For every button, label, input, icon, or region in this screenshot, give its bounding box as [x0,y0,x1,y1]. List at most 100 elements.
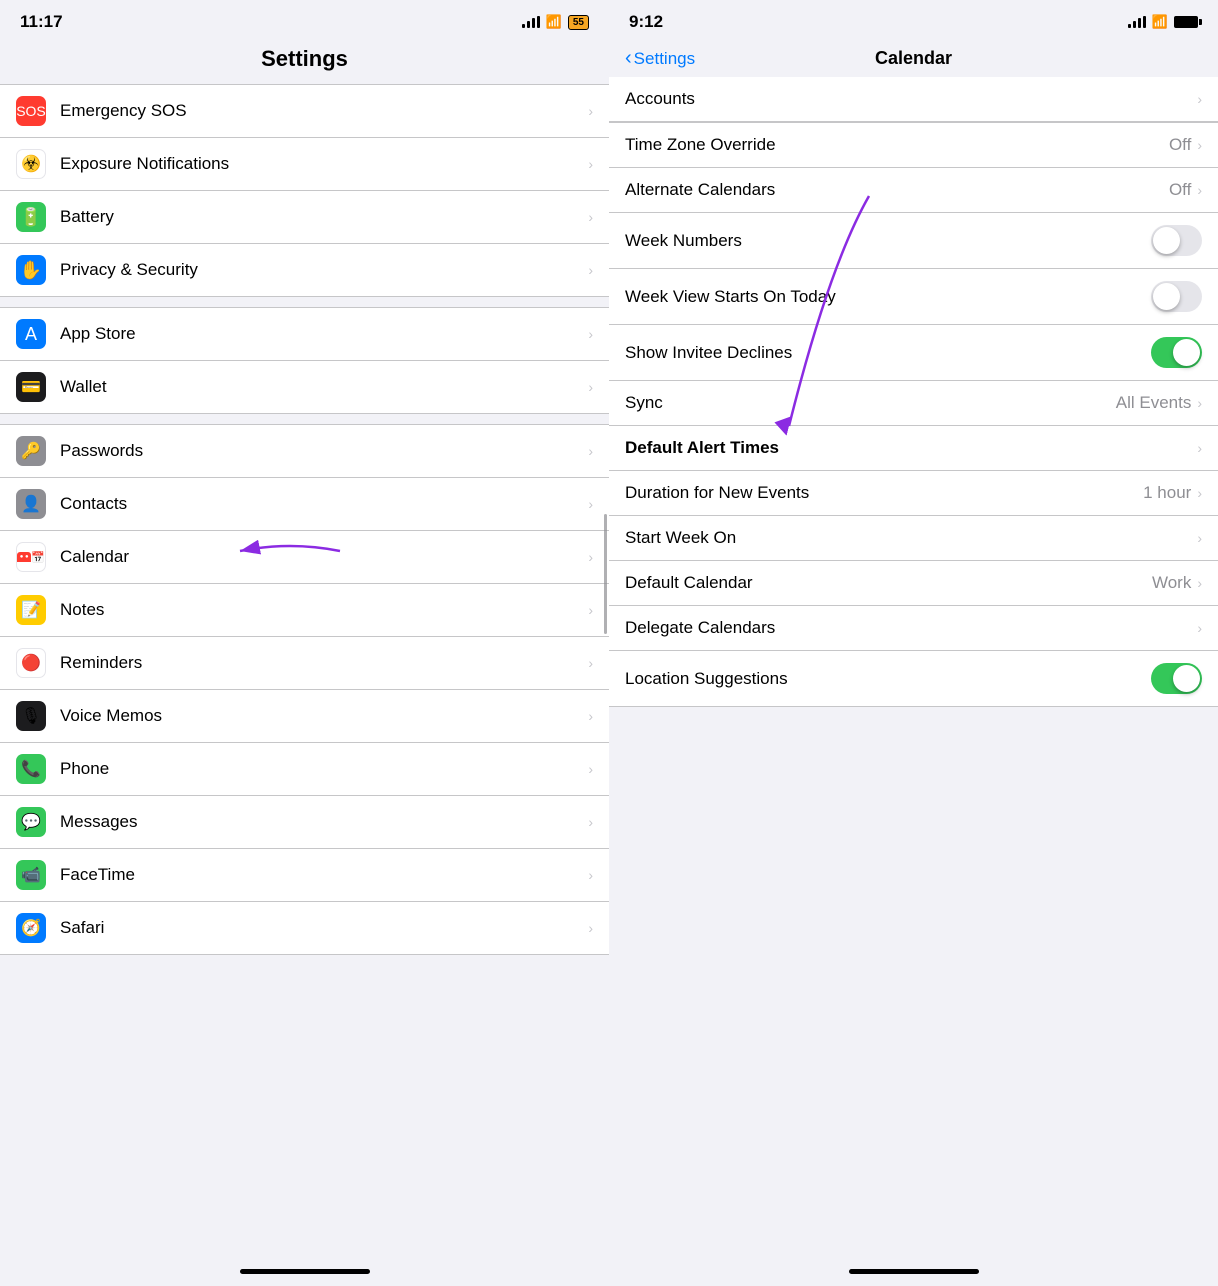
duration-value: 1 hour [1143,483,1191,503]
cal-row-start-week[interactable]: Start Week On › [609,516,1218,561]
timezone-value: Off [1169,135,1191,155]
calendar-label: Calendar [60,547,582,567]
right-battery-icon [1174,16,1198,28]
privacy-chevron: › [588,262,593,278]
settings-group-apps: 🔑 Passwords › 👤 Contacts › ● ● 📅 [0,424,609,955]
settings-row-exposure[interactable]: ☣️ Exposure Notifications › [0,138,609,191]
sync-chevron: › [1197,395,1202,411]
start-week-label: Start Week On [625,528,1197,548]
battery-icon: 🔋 [16,202,46,232]
notes-icon: 📝 [16,595,46,625]
cal-row-invitee[interactable]: Show Invitee Declines [609,325,1218,381]
default-calendar-label: Default Calendar [625,573,1152,593]
voice-memos-icon: 🎙 [16,701,46,731]
right-home-indicator [849,1269,979,1274]
left-phone-panel: 11:17 📶 55 Settings SOS Emergency SOS › [0,0,609,1286]
accounts-partial-row[interactable]: Accounts › [609,77,1218,122]
left-status-icons: 📶 55 [522,14,589,30]
left-home-indicator [240,1269,370,1274]
default-calendar-value: Work [1152,573,1191,593]
cal-row-week-view[interactable]: Week View Starts On Today [609,269,1218,325]
settings-row-reminders[interactable]: 🔴 Reminders › [0,637,609,690]
messages-icon: 💬 [16,807,46,837]
battery-indicator: 55 [568,15,589,30]
exposure-icon: ☣️ [16,149,46,179]
location-toggle-knob [1173,665,1200,692]
cal-row-default-calendar[interactable]: Default Calendar Work › [609,561,1218,606]
settings-title: Settings [0,38,609,84]
settings-row-facetime[interactable]: 📹 FaceTime › [0,849,609,902]
settings-row-contacts[interactable]: 👤 Contacts › [0,478,609,531]
settings-row-privacy[interactable]: ✋ Privacy & Security › [0,244,609,296]
calendar-chevron: › [588,549,593,565]
contacts-chevron: › [588,496,593,512]
back-chevron-icon: ‹ [625,47,632,70]
settings-scroll[interactable]: SOS Emergency SOS › ☣️ Exposure Notifica… [0,84,609,1261]
delegate-chevron: › [1197,620,1202,636]
right-signal-icon [1128,16,1146,28]
battery-chevron: › [588,209,593,225]
settings-row-voice-memos[interactable]: 🎙 Voice Memos › [0,690,609,743]
default-calendar-chevron: › [1197,575,1202,591]
signal-icon [522,16,540,28]
week-view-toggle[interactable] [1151,281,1202,312]
privacy-label: Privacy & Security [60,260,582,280]
timezone-chevron: › [1197,137,1202,153]
calendar-settings-group: Time Zone Override Off › Alternate Calen… [609,122,1218,707]
emergency-sos-icon: SOS [16,96,46,126]
sync-label: Sync [625,393,1116,413]
delegate-label: Delegate Calendars [625,618,1197,638]
settings-row-emergency-sos[interactable]: SOS Emergency SOS › [0,85,609,138]
phone-icon: 📞 [16,754,46,784]
invitee-label: Show Invitee Declines [625,343,1151,363]
left-time: 11:17 [20,12,63,32]
settings-row-app-store[interactable]: A App Store › [0,308,609,361]
settings-row-battery[interactable]: 🔋 Battery › [0,191,609,244]
left-status-bar: 11:17 📶 55 [0,0,609,38]
cal-row-alt-calendars[interactable]: Alternate Calendars Off › [609,168,1218,213]
voice-memos-chevron: › [588,708,593,724]
cal-row-timezone[interactable]: Time Zone Override Off › [609,123,1218,168]
wallet-label: Wallet [60,377,582,397]
privacy-icon: ✋ [16,255,46,285]
facetime-icon: 📹 [16,860,46,890]
week-numbers-toggle-knob [1153,227,1180,254]
emergency-sos-label: Emergency SOS [60,101,582,121]
settings-row-wallet[interactable]: 💳 Wallet › [0,361,609,413]
accounts-label: Accounts [625,89,1197,109]
calendar-page-title: Calendar [875,48,952,69]
settings-row-notes[interactable]: 📝 Notes › [0,584,609,637]
right-status-icons: 📶 [1128,14,1198,30]
passwords-chevron: › [588,443,593,459]
settings-row-passwords[interactable]: 🔑 Passwords › [0,425,609,478]
week-numbers-toggle[interactable] [1151,225,1202,256]
reminders-icon: 🔴 [16,648,46,678]
passwords-label: Passwords [60,441,582,461]
invitee-toggle[interactable] [1151,337,1202,368]
cal-row-location[interactable]: Location Suggestions [609,651,1218,706]
back-label: Settings [634,49,695,69]
cal-row-delegate[interactable]: Delegate Calendars › [609,606,1218,651]
right-time: 9:12 [629,12,663,32]
passwords-icon: 🔑 [16,436,46,466]
settings-row-phone[interactable]: 📞 Phone › [0,743,609,796]
messages-chevron: › [588,814,593,830]
emergency-sos-chevron: › [588,103,593,119]
settings-row-safari[interactable]: 🧭 Safari › [0,902,609,954]
app-store-chevron: › [588,326,593,342]
settings-row-messages[interactable]: 💬 Messages › [0,796,609,849]
back-button[interactable]: ‹ Settings [625,47,695,70]
cal-row-sync[interactable]: Sync All Events › [609,381,1218,426]
reminders-chevron: › [588,655,593,671]
location-toggle[interactable] [1151,663,1202,694]
calendar-content: Accounts › Time Zone Override Off › Alte… [609,77,1218,1261]
sync-value: All Events [1116,393,1192,413]
notes-label: Notes [60,600,582,620]
cal-row-week-numbers[interactable]: Week Numbers [609,213,1218,269]
safari-chevron: › [588,920,593,936]
settings-row-calendar[interactable]: ● ● 📅 Calendar › [0,531,609,584]
cal-row-default-alert[interactable]: Default Alert Times › [609,426,1218,471]
cal-row-duration[interactable]: Duration for New Events 1 hour › [609,471,1218,516]
exposure-chevron: › [588,156,593,172]
alt-calendars-label: Alternate Calendars [625,180,1169,200]
